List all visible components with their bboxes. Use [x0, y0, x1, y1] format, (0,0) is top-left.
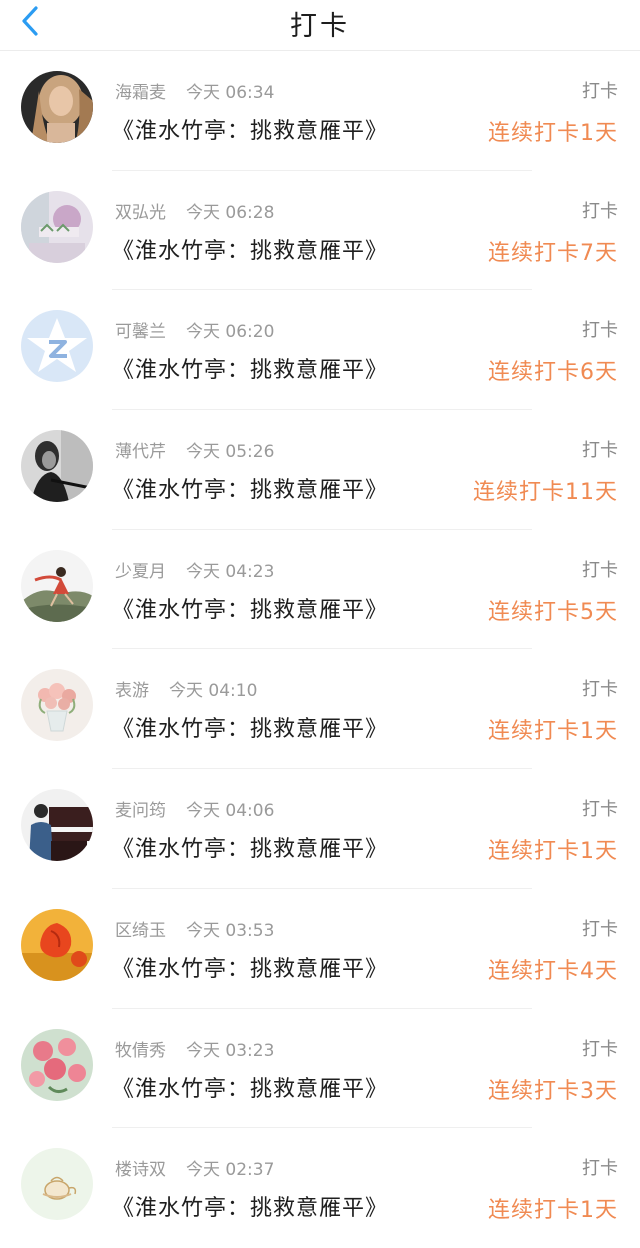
course-title: 《淮水竹亭：挑救意雁平》: [112, 119, 389, 144]
checkin-tag: 打卡: [582, 200, 618, 222]
course-title: 《淮水竹亭：挑救意雁平》: [112, 837, 389, 863]
checkin-time: 今天 05:26: [186, 442, 275, 463]
list-item[interactable]: 麦问筠 今天 04:06 《淮水竹亭：挑救意雁平》 打卡 连续打卡1天: [0, 769, 640, 889]
streak-label: 连续打卡1天: [488, 839, 618, 865]
avatar[interactable]: [21, 190, 93, 263]
list-item[interactable]: 双弘光 今天 06:28 《淮水竹亭：挑救意雁平》 打卡 连续打卡7天: [0, 171, 640, 291]
avatar[interactable]: [21, 669, 93, 742]
avatar[interactable]: [21, 789, 93, 862]
streak-label: 连续打卡7天: [488, 240, 618, 266]
item-meta: 海霜麦 今天 06:34: [115, 78, 274, 103]
user-name: 可馨兰: [115, 322, 166, 343]
user-name: 海霜麦: [115, 83, 166, 103]
user-name: 少夏月: [115, 561, 166, 582]
avatar[interactable]: [21, 71, 93, 143]
checkin-tag: 打卡: [582, 559, 618, 581]
course-title: 《淮水竹亭：挑救意雁平》: [112, 1076, 389, 1102]
course-title: 《淮水竹亭：挑救意雁平》: [112, 478, 389, 504]
item-meta: 牧倩秀 今天 03:23: [115, 1036, 274, 1061]
course-title: 《淮水竹亭：挑救意雁平》: [112, 238, 389, 264]
streak-label: 连续打卡1天: [488, 1198, 618, 1224]
checkin-tag: 打卡: [582, 320, 618, 342]
checkin-time: 今天 04:23: [186, 561, 275, 582]
checkin-tag: 打卡: [582, 918, 618, 940]
checkin-tag: 打卡: [582, 1158, 618, 1180]
item-meta: 少夏月 今天 04:23: [115, 557, 274, 582]
user-name: 区绮玉: [115, 920, 166, 941]
streak-label: 连续打卡1天: [488, 121, 618, 146]
checkin-tag: 打卡: [582, 799, 618, 821]
list-item[interactable]: 表游 今天 04:10 《淮水竹亭：挑救意雁平》 打卡 连续打卡1天: [0, 649, 640, 769]
list-item[interactable]: 区绮玉 今天 03:53 《淮水竹亭：挑救意雁平》 打卡 连续打卡4天: [0, 889, 640, 1009]
user-name: 表游: [115, 681, 149, 702]
streak-label: 连续打卡4天: [488, 958, 618, 984]
streak-label: 连续打卡5天: [488, 599, 618, 625]
checkin-time: 今天 06:34: [186, 83, 275, 103]
item-meta: 楼诗双 今天 02:37: [115, 1155, 274, 1180]
avatar[interactable]: [21, 1028, 93, 1101]
list-item[interactable]: 少夏月 今天 04:23 《淮水竹亭：挑救意雁平》 打卡 连续打卡5天: [0, 530, 640, 650]
list-item[interactable]: 海霜麦 今天 06:34 《淮水竹亭：挑救意雁平》 打卡 连续打卡1天: [0, 51, 640, 171]
course-title: 《淮水竹亭：挑救意雁平》: [112, 358, 389, 384]
item-meta: 可馨兰 今天 06:20: [115, 317, 274, 342]
checkin-tag: 打卡: [582, 679, 618, 701]
list-item[interactable]: 牧倩秀 今天 03:23 《淮水竹亭：挑救意雁平》 打卡 连续打卡3天: [0, 1009, 640, 1129]
checkin-list: 海霜麦 今天 06:34 《淮水竹亭：挑救意雁平》 打卡 连续打卡1天 双弘光 今天…: [0, 51, 640, 1248]
list-item[interactable]: 可馨兰 今天 06:20 《淮水竹亭：挑救意雁平》 打卡 连续打卡6天: [0, 290, 640, 410]
checkin-time: 今天 03:23: [186, 1040, 275, 1061]
user-name: 牧倩秀: [115, 1040, 166, 1061]
item-meta: 双弘光 今天 06:28: [115, 198, 274, 223]
streak-label: 连续打卡11天: [473, 480, 618, 506]
avatar[interactable]: [21, 549, 93, 622]
checkin-time: 今天 02:37: [186, 1160, 275, 1181]
top-bar: 打卡: [0, 0, 640, 51]
item-meta: 薄代芹 今天 05:26: [115, 437, 274, 462]
checkin-time: 今天 06:28: [186, 202, 275, 223]
item-meta: 表游 今天 04:10: [115, 676, 257, 701]
item-meta: 区绮玉 今天 03:53: [115, 916, 274, 941]
list-item[interactable]: 薄代芹 今天 05:26 《淮水竹亭：挑救意雁平》 打卡 连续打卡11天: [0, 410, 640, 530]
course-title: 《淮水竹亭：挑救意雁平》: [112, 956, 389, 982]
streak-label: 连续打卡6天: [488, 360, 618, 386]
checkin-time: 今天 04:06: [186, 801, 275, 822]
user-name: 双弘光: [115, 202, 166, 223]
checkin-time: 今天 03:53: [186, 920, 275, 941]
user-name: 薄代芹: [115, 442, 166, 463]
page-title: 打卡: [290, 11, 350, 42]
list-item[interactable]: 楼诗双 今天 02:37 《淮水竹亭：挑救意雁平》 打卡 连续打卡1天: [0, 1128, 640, 1248]
course-title: 《淮水竹亭：挑救意雁平》: [112, 597, 389, 623]
course-title: 《淮水竹亭：挑救意雁平》: [112, 1196, 389, 1222]
user-name: 楼诗双: [115, 1160, 166, 1181]
checkin-tag: 打卡: [582, 440, 618, 462]
checkin-time: 今天 06:20: [186, 322, 275, 343]
course-title: 《淮水竹亭：挑救意雁平》: [112, 717, 389, 743]
item-meta: 麦问筠 今天 04:06: [115, 796, 274, 821]
avatar[interactable]: [21, 430, 93, 503]
checkin-tag: 打卡: [582, 1038, 618, 1060]
checkin-tag: 打卡: [582, 81, 618, 102]
avatar[interactable]: [21, 908, 93, 981]
streak-label: 连续打卡1天: [488, 719, 618, 745]
user-name: 麦问筠: [115, 801, 166, 822]
avatar[interactable]: [21, 1148, 93, 1221]
avatar[interactable]: [21, 310, 93, 383]
checkin-time: 今天 04:10: [169, 681, 258, 702]
streak-label: 连续打卡3天: [488, 1078, 618, 1104]
